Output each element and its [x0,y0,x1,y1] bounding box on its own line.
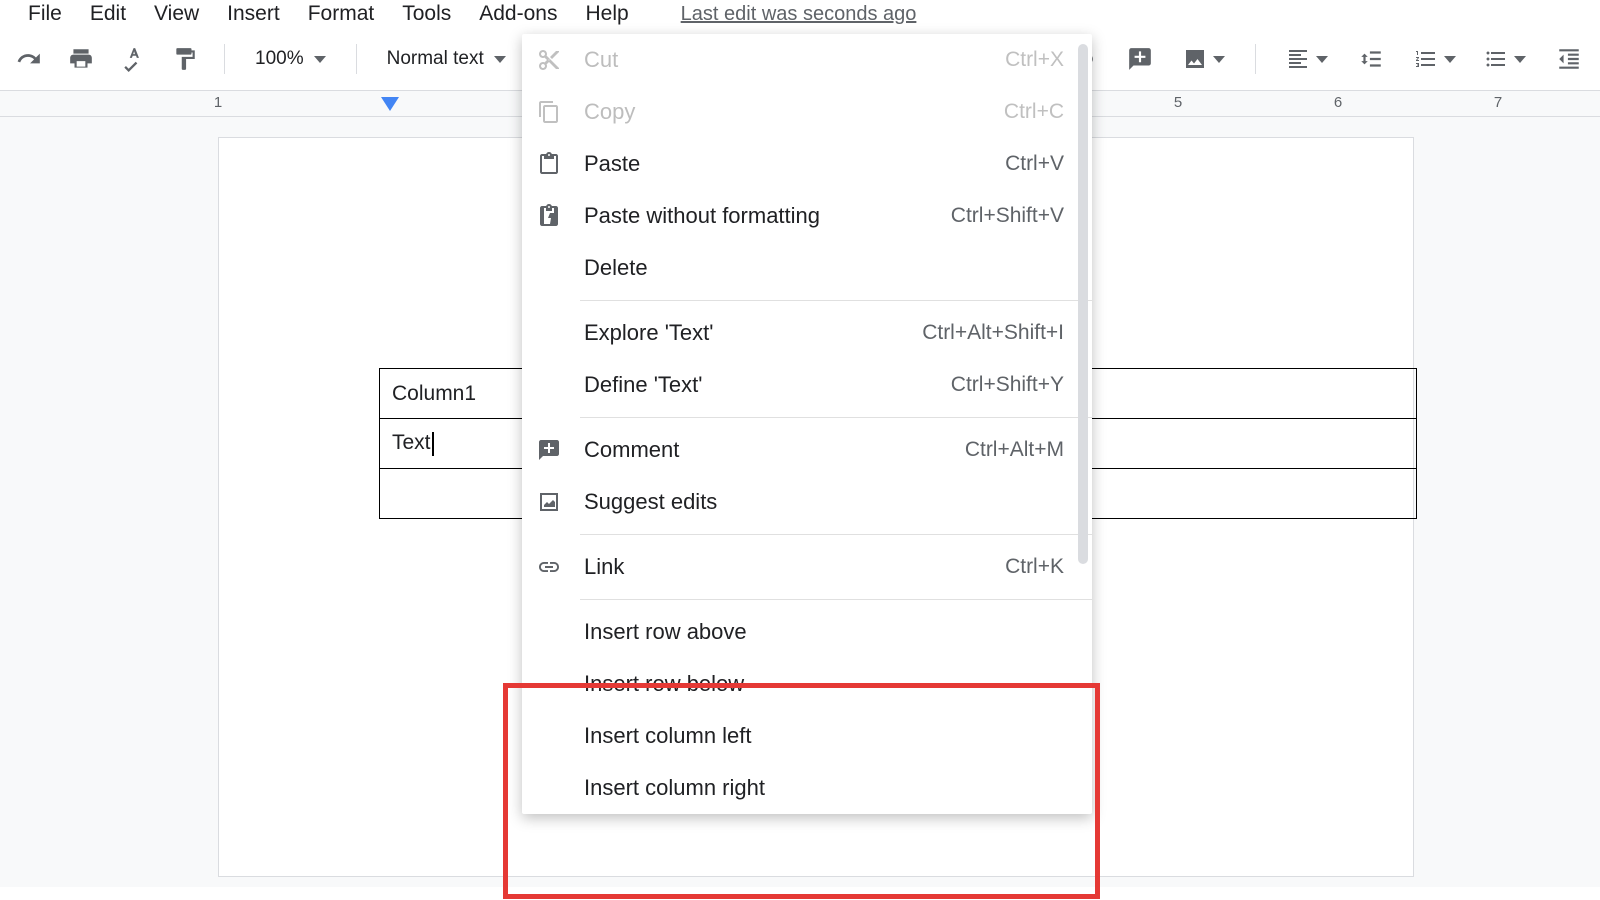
context-label: Delete [584,255,1064,281]
context-insert-column-right[interactable]: Insert column right [522,762,1092,814]
context-insert-row-below[interactable]: Insert row below [522,658,1092,710]
menubar: File Edit View Insert Format Tools Add-o… [0,0,1600,34]
context-shortcut: Ctrl+Alt+Shift+I [922,321,1064,345]
align-dropdown[interactable] [1282,45,1332,73]
context-label: Insert row below [584,671,1064,697]
context-delete[interactable]: Delete [522,242,1092,294]
zoom-dropdown[interactable]: 100% [245,44,336,74]
zoom-value: 100% [255,48,304,70]
menu-help[interactable]: Help [585,2,628,26]
blank-icon [536,320,562,346]
ruler-tick: 7 [1494,94,1502,111]
context-shortcut: Ctrl+Shift+Y [951,373,1064,397]
ruler-tick: 1 [214,94,222,111]
context-shortcut: Ctrl+Shift+V [951,204,1064,228]
menu-format[interactable]: Format [308,2,375,26]
paragraph-style-dropdown[interactable]: Normal text [377,44,516,74]
ruler-tick: 6 [1334,94,1342,111]
toolbar-separator [356,44,357,74]
menu-view[interactable]: View [154,2,199,26]
blank-icon [536,619,562,645]
link-icon [536,554,562,580]
print-icon[interactable] [62,40,100,78]
menu-divider [580,599,1092,600]
context-define[interactable]: Define 'Text' Ctrl+Shift+Y [522,359,1092,411]
context-explore[interactable]: Explore 'Text' Ctrl+Alt+Shift+I [522,307,1092,359]
context-shortcut: Ctrl+C [1004,100,1064,124]
blank-icon [536,671,562,697]
text-cursor [432,432,434,456]
context-paste[interactable]: Paste Ctrl+V [522,138,1092,190]
context-label: Suggest edits [584,489,1064,515]
menu-tools[interactable]: Tools [402,2,451,26]
add-comment-icon[interactable] [1121,40,1159,78]
chevron-down-icon [1514,56,1526,63]
toolbar-separator [224,44,225,74]
context-insert-row-above[interactable]: Insert row above [522,606,1092,658]
chevron-down-icon [1213,56,1225,63]
blank-icon [536,775,562,801]
paste-icon [536,151,562,177]
blank-icon [536,372,562,398]
context-suggest-edits[interactable]: Suggest edits [522,476,1092,528]
toolbar-separator [1255,44,1256,74]
context-label: Insert column right [584,775,1064,801]
context-shortcut: Ctrl+V [1005,152,1064,176]
chevron-down-icon [1444,56,1456,63]
context-insert-column-left[interactable]: Insert column left [522,710,1092,762]
context-label: Insert column left [584,723,1064,749]
blank-icon [536,255,562,281]
suggest-icon [536,489,562,515]
chevron-down-icon [314,56,326,63]
chevron-down-icon [494,56,506,63]
context-label: Paste without formatting [584,203,929,229]
menu-edit[interactable]: Edit [90,2,126,26]
menu-divider [580,534,1092,535]
context-copy[interactable]: Copy Ctrl+C [522,86,1092,138]
numbered-list-dropdown[interactable] [1410,45,1460,73]
context-paste-without-formatting[interactable]: Paste without formatting Ctrl+Shift+V [522,190,1092,242]
toolbar-right [1063,40,1590,78]
context-label: Insert row above [584,619,1064,645]
line-spacing-icon[interactable] [1352,40,1390,78]
menu-file[interactable]: File [28,2,62,26]
context-cut[interactable]: Cut Ctrl+X [522,34,1092,86]
bulleted-list-dropdown[interactable] [1480,45,1530,73]
context-label: Explore 'Text' [584,320,900,346]
menu-addons[interactable]: Add-ons [479,2,557,26]
context-shortcut: Ctrl+Alt+M [965,438,1064,462]
redo-icon[interactable] [10,40,48,78]
context-label: Copy [584,99,982,125]
copy-icon [536,99,562,125]
decrease-indent-icon[interactable] [1550,40,1588,78]
spellcheck-icon[interactable] [114,40,152,78]
last-edit-status[interactable]: Last edit was seconds ago [681,3,917,26]
paragraph-style-value: Normal text [387,48,484,70]
menu-divider [580,300,1092,301]
comment-icon [536,437,562,463]
blank-icon [536,723,562,749]
context-label: Comment [584,437,943,463]
chevron-down-icon [1316,56,1328,63]
insert-image-dropdown[interactable] [1179,45,1229,73]
menu-divider [580,417,1092,418]
context-label: Paste [584,151,983,177]
paste-plain-icon [536,203,562,229]
indent-marker[interactable] [381,97,399,111]
ruler-tick: 5 [1174,94,1182,111]
paint-format-icon[interactable] [166,40,204,78]
context-comment[interactable]: Comment Ctrl+Alt+M [522,424,1092,476]
context-shortcut: Ctrl+X [1005,48,1064,72]
context-shortcut: Ctrl+K [1005,555,1064,579]
context-label: Cut [584,47,983,73]
context-link[interactable]: Link Ctrl+K [522,541,1092,593]
menu-scrollbar[interactable] [1078,44,1088,564]
context-menu: Cut Ctrl+X Copy Ctrl+C Paste Ctrl+V Past… [522,34,1092,814]
context-label: Link [584,554,983,580]
cut-icon [536,47,562,73]
menu-insert[interactable]: Insert [227,2,280,26]
context-label: Define 'Text' [584,372,929,398]
